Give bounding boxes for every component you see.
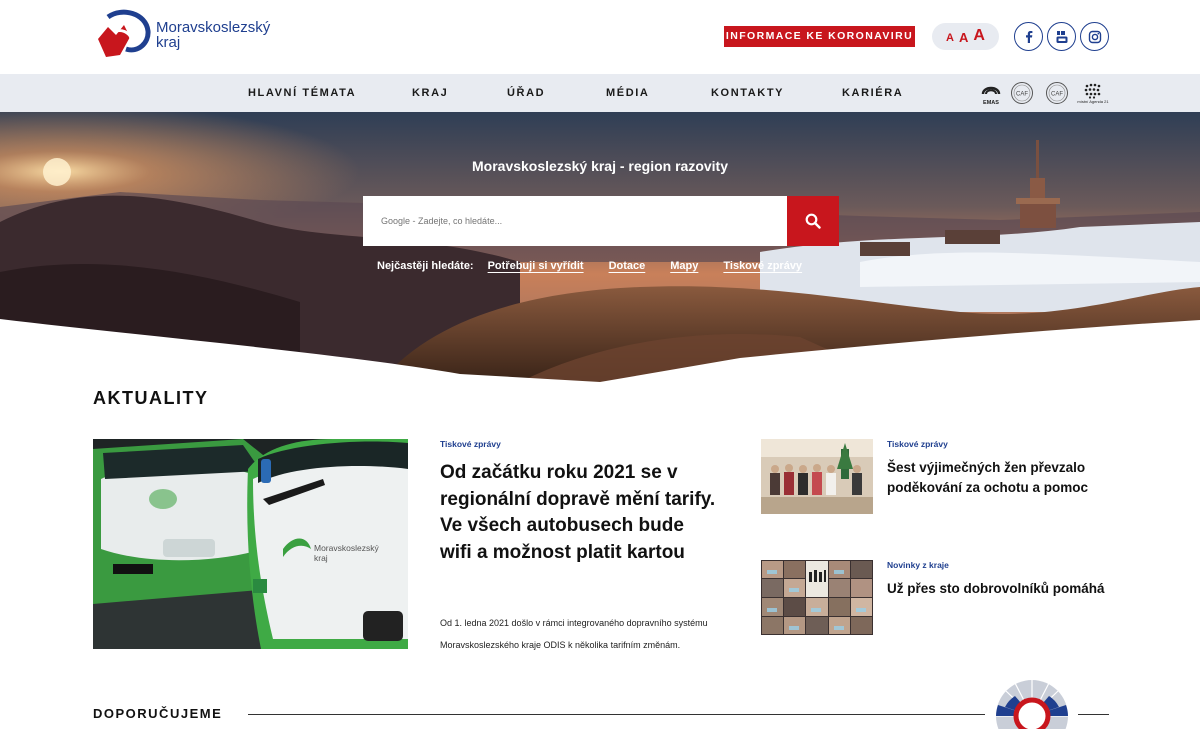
frequent-link-potrebuji-si-vyridit[interactable]: Potřebuji si vyřídit: [488, 260, 584, 272]
site-logo[interactable]: Moravskoslezský kraj: [94, 9, 270, 61]
font-size-large-button[interactable]: A: [973, 28, 985, 44]
side-article-2-title[interactable]: Už přes sto dobrovolníků pomáhá: [887, 579, 1117, 599]
search-icon: [805, 213, 821, 229]
instagram-icon: [1088, 30, 1101, 43]
emas-logo-icon: EMAS: [981, 86, 1001, 106]
main-article-headline[interactable]: Od začátku roku 2021 se v regionální dop…: [440, 460, 720, 566]
hero-banner: Moravskoslezský kraj - region razovity N…: [0, 112, 1200, 382]
font-size-small-button[interactable]: A: [946, 33, 954, 44]
side-article-1-title[interactable]: Šest výjimečných žen převzalo poděkování…: [887, 458, 1117, 498]
svg-text:Moravskoslezský: Moravskoslezský: [314, 543, 379, 553]
font-size-medium-button[interactable]: A: [959, 31, 968, 44]
main-article-perex: Od 1. ledna 2021 došlo v rámci integrova…: [440, 618, 708, 650]
frequent-searches: Nejčastěji hledáte: Potřebuji si vyřídit…: [377, 260, 802, 272]
logo-text: Moravskoslezský kraj: [156, 20, 270, 50]
recommend-wheel-icon: [996, 680, 1068, 729]
instagram-link[interactable]: [1080, 22, 1109, 51]
caf-seal-icon: CAF: [1011, 82, 1033, 104]
search-button[interactable]: [787, 196, 839, 246]
side-article-2-category[interactable]: Novinky z kraje: [887, 560, 949, 570]
women-group-photo: [761, 439, 873, 514]
facebook-link[interactable]: [1014, 22, 1043, 51]
nav-item-urad[interactable]: ÚŘAD: [507, 74, 545, 112]
nav-item-kraj[interactable]: KRAJ: [412, 74, 448, 112]
facebook-icon: [1025, 30, 1032, 43]
recommend-section-title: DOPORUČUJEME: [93, 706, 223, 721]
nav-item-media[interactable]: MÉDIA: [606, 74, 649, 112]
main-article-image[interactable]: Moravskoslezský kraj: [93, 439, 408, 649]
svg-text:CAF: CAF: [1016, 92, 1028, 98]
caf-seal-icon: CAF: [1046, 82, 1068, 104]
frequent-link-tiskove-zpravy[interactable]: Tiskové zprávy: [723, 260, 802, 272]
svg-text:kraj: kraj: [314, 553, 328, 563]
search-box: [363, 196, 787, 246]
font-size-switcher: A A A: [932, 23, 999, 50]
nav-item-hlavni-temata[interactable]: HLAVNÍ TÉMATA: [248, 74, 356, 112]
caf-certificate-1[interactable]: CAF: [1010, 80, 1034, 106]
agenda21-logo-icon: [1084, 83, 1101, 99]
frequent-link-dotace[interactable]: Dotace: [609, 260, 646, 272]
volunteers-collage-photo: [761, 560, 873, 635]
news-section-title: AKTUALITY: [93, 388, 209, 408]
frequent-link-mapy[interactable]: Mapy: [670, 260, 698, 272]
corona-info-button[interactable]: INFORMACE KE KORONAVIRU: [724, 26, 915, 47]
main-navigation: HLAVNÍ TÉMATA KRAJ ÚŘAD MÉDIA KONTAKTY K…: [0, 74, 1200, 112]
nav-item-kariera[interactable]: KARIÉRA: [842, 74, 903, 112]
agenda21-certificate[interactable]: místní Agenda 21: [1076, 80, 1110, 106]
hero-landscape-image: [0, 112, 1200, 382]
nav-item-kontakty[interactable]: KONTAKTY: [711, 74, 784, 112]
side-article-1-image[interactable]: [761, 439, 873, 514]
recommend-divider-end: [1078, 714, 1109, 715]
search-input[interactable]: [363, 196, 787, 246]
logo-emblem-icon: [98, 9, 151, 57]
emas-certificate[interactable]: EMAS: [978, 80, 1004, 106]
hero-title: Moravskoslezský kraj - region razovity: [472, 158, 728, 174]
site-header: Moravskoslezský kraj INFORMACE KE KORONA…: [0, 0, 1200, 74]
youtube-link[interactable]: [1047, 22, 1076, 51]
side-article-1-category[interactable]: Tiskové zprávy: [887, 439, 948, 449]
recommend-divider: [248, 714, 985, 715]
logo-line-1: Moravskoslezský: [156, 19, 271, 36]
side-article-2-image[interactable]: [761, 560, 873, 635]
logo-line-2: kraj: [156, 34, 181, 51]
agenda21-label: místní Agenda 21: [1077, 98, 1109, 104]
youtube-icon: [1056, 30, 1067, 43]
frequent-searches-label: Nejčastěji hledáte:: [377, 260, 474, 272]
main-article-category[interactable]: Tiskové zprávy: [440, 439, 501, 449]
svg-text:CAF: CAF: [1051, 92, 1063, 98]
buses-photo: Moravskoslezský kraj: [93, 439, 408, 649]
svg-text:EMAS: EMAS: [983, 100, 999, 106]
caf-certificate-2[interactable]: CAF: [1045, 80, 1069, 106]
